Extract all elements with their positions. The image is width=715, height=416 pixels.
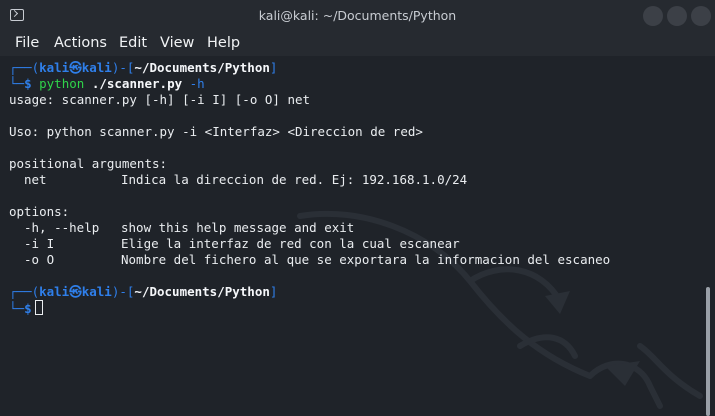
- option-arg: -o O: [24, 252, 55, 267]
- positional-row: net Indica la direccion de red. Ej: 192.1…: [9, 172, 467, 188]
- prompt-separator: ㉿: [69, 284, 82, 299]
- window-title: kali@kali: ~/Documents/Python: [258, 8, 457, 23]
- close-button[interactable]: [691, 6, 711, 26]
- menu-view[interactable]: View: [160, 35, 194, 51]
- menu-help[interactable]: Help: [207, 35, 240, 51]
- prompt-user: kali: [39, 60, 70, 75]
- option-arg: -h, --help: [24, 220, 100, 235]
- maximize-button[interactable]: [667, 6, 687, 26]
- menu-edit[interactable]: Edit: [119, 35, 147, 51]
- positional-header: positional arguments:: [9, 156, 168, 171]
- prompt-separator: ㉿: [69, 60, 82, 75]
- prompt-dollar: $: [24, 76, 40, 91]
- prompt-host: kali: [81, 284, 112, 299]
- option-desc: Elige la interfaz de red con la cual esc…: [121, 236, 460, 251]
- terminal-window: kali@kali: ~/Documents/Python File Actio…: [0, 0, 715, 416]
- menu-bar: File Actions Edit View Help: [0, 32, 715, 56]
- prompt-corner: ┌──(: [9, 60, 40, 75]
- scrollbar-thumb[interactable]: [706, 287, 710, 416]
- option-desc: show this help message and exit: [121, 220, 355, 235]
- command-line: └─$ python ./scanner.py -h: [9, 76, 205, 92]
- option-row: -o O Nombre del fichero al que se exporta…: [9, 252, 610, 268]
- terminal-output[interactable]: ┌──(kali㉿kali)-[~/Documents/Python] └─$ …: [0, 56, 715, 416]
- command-script: ./scanner.py: [91, 76, 183, 91]
- prompt-bracket: )-[: [111, 60, 135, 75]
- menu-actions[interactable]: Actions: [54, 35, 107, 51]
- options-header: options:: [9, 204, 70, 219]
- option-arg: -i I: [24, 236, 55, 251]
- positional-desc: Indica la direccion de red. Ej: 192.168.…: [121, 172, 468, 187]
- title-bar: kali@kali: ~/Documents/Python: [0, 0, 715, 32]
- usage-line: usage: scanner.py [-h] [-i I] [-o O] net: [9, 92, 311, 107]
- prompt-corner: ┌──(: [9, 284, 40, 299]
- prompt-line-2: ┌──(kali㉿kali)-[~/Documents/Python]: [9, 284, 277, 300]
- text-cursor: [34, 300, 43, 315]
- prompt-bracket-close: ]: [269, 60, 278, 75]
- input-line[interactable]: └─$: [9, 300, 43, 316]
- minimize-button[interactable]: [643, 6, 663, 26]
- prompt-user: kali: [39, 284, 70, 299]
- option-desc: Nombre del fichero al que se exportara l…: [121, 252, 611, 267]
- positional-arg: net: [24, 172, 47, 187]
- prompt-dollar: $: [24, 301, 32, 316]
- prompt-host: kali: [81, 60, 112, 75]
- command-program: python: [39, 76, 85, 91]
- menu-file[interactable]: File: [15, 35, 39, 51]
- prompt-corner-bottom: └─: [9, 76, 25, 91]
- uso-line: Uso: python scanner.py -i <Interfaz> <Di…: [9, 124, 423, 139]
- option-row: -i I Elige la interfaz de red con la cual…: [9, 236, 460, 252]
- prompt-path: ~/Documents/Python: [134, 284, 270, 299]
- prompt-bracket: )-[: [111, 284, 135, 299]
- option-row: -h, --help show this help message and exi…: [9, 220, 354, 236]
- prompt-bracket-close: ]: [269, 284, 278, 299]
- prompt-path: ~/Documents/Python: [134, 60, 270, 75]
- command-flag: -h: [189, 76, 205, 91]
- prompt-line-1: ┌──(kali㉿kali)-[~/Documents/Python]: [9, 60, 277, 76]
- prompt-corner-bottom: └─: [9, 301, 25, 316]
